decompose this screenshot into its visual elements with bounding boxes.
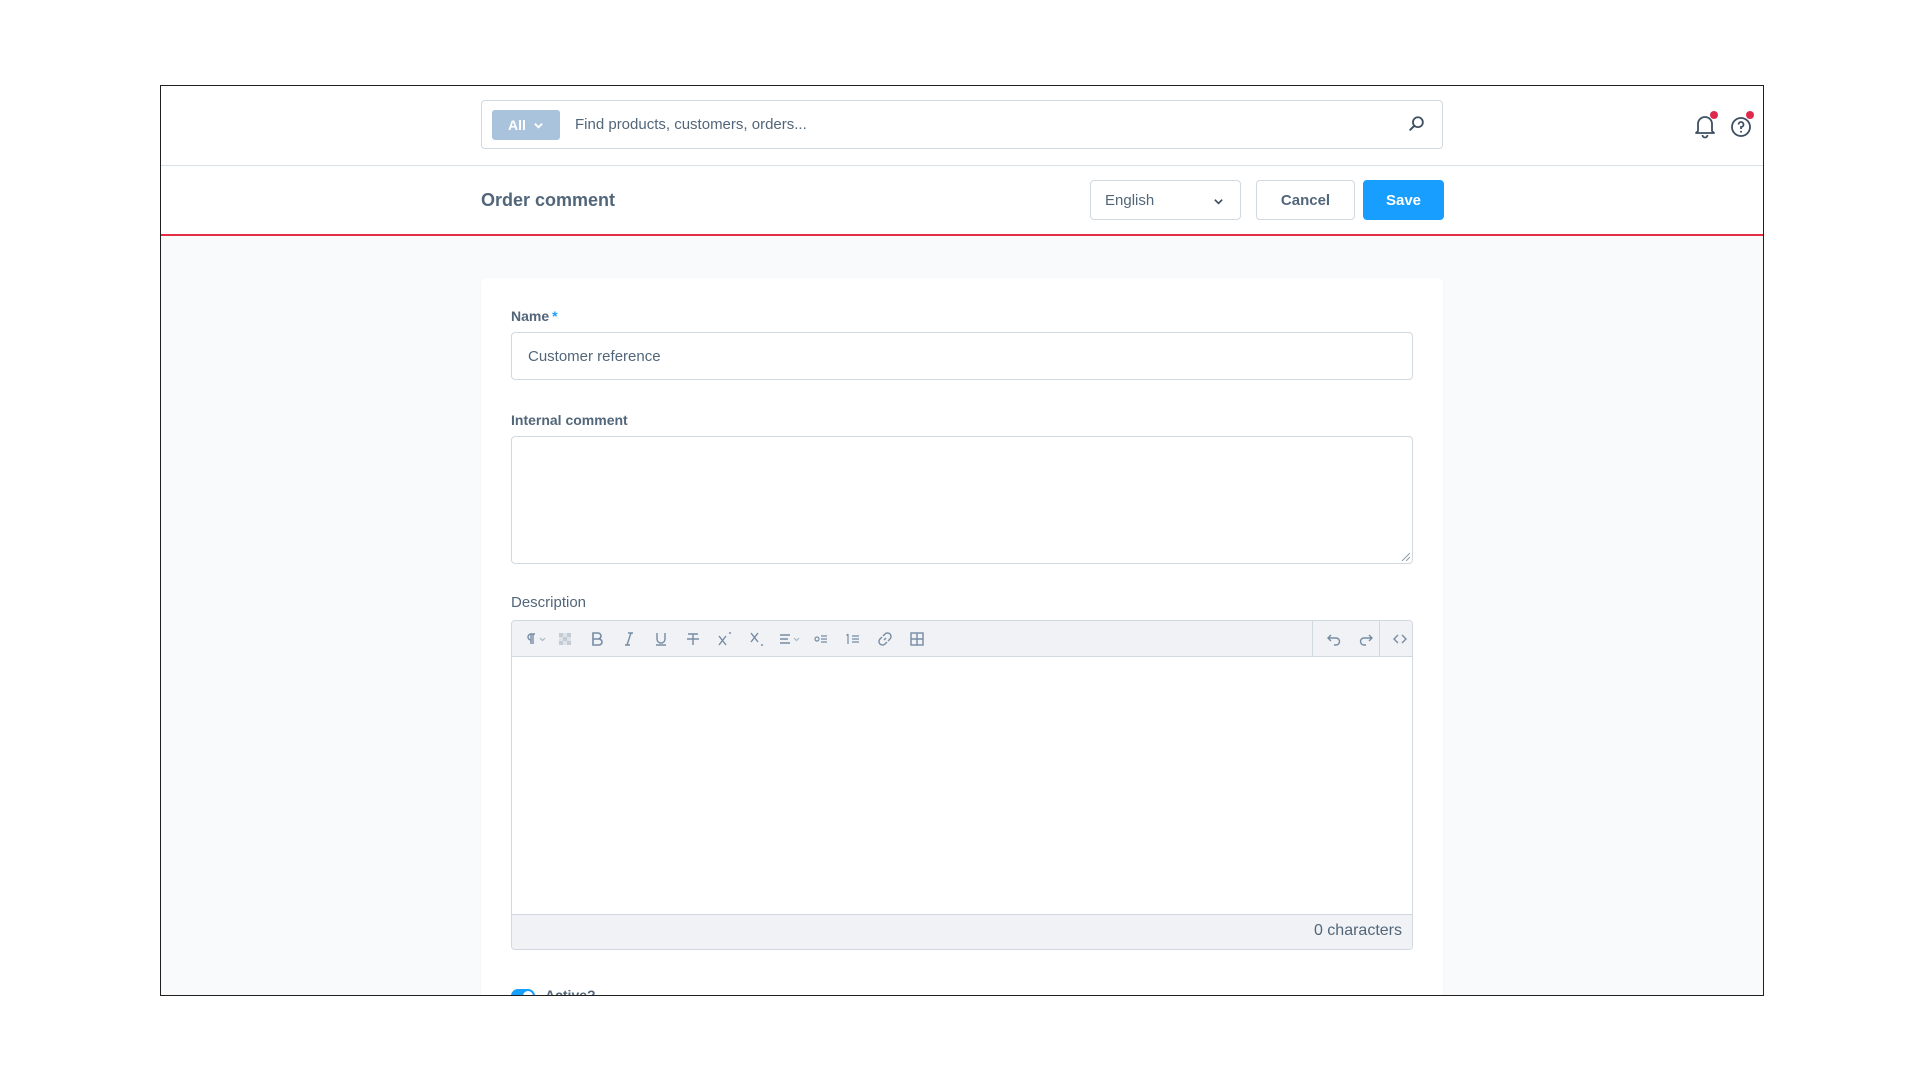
character-count: 0 characters xyxy=(1313,922,1402,939)
help-button[interactable] xyxy=(1728,111,1754,139)
strikethrough-icon[interactable] xyxy=(684,630,702,648)
description-label: Description xyxy=(511,594,587,611)
page-header: Order comment English Cancel Save xyxy=(161,166,1763,236)
toolbar-divider xyxy=(1312,621,1313,657)
language-select-value: English xyxy=(1105,192,1155,209)
search-scope-dropdown[interactable]: All xyxy=(492,110,560,140)
required-marker: * xyxy=(552,308,558,324)
description-editor: 0 characters xyxy=(511,620,1413,950)
form-card: Name * Customer reference Internal commen… xyxy=(481,278,1443,996)
global-search: All Find products, customers, orders... xyxy=(481,100,1443,149)
chevron-down-icon xyxy=(534,122,543,129)
search-scope-label: All xyxy=(508,117,526,133)
name-label: Name * xyxy=(511,308,558,324)
subscript-icon[interactable] xyxy=(748,630,766,648)
code-view-icon[interactable] xyxy=(1391,630,1409,648)
bullet-list-icon[interactable] xyxy=(812,630,830,648)
paragraph-format-icon[interactable] xyxy=(522,630,548,648)
clear-format-icon[interactable] xyxy=(556,630,574,648)
align-icon[interactable] xyxy=(778,630,804,648)
name-field-value: Customer reference xyxy=(528,348,661,365)
top-bar: All Find products, customers, orders... xyxy=(161,86,1763,166)
link-icon[interactable] xyxy=(876,630,894,648)
search-icon[interactable] xyxy=(1408,115,1426,133)
chevron-down-icon xyxy=(1214,199,1223,205)
editor-footer: 0 characters xyxy=(512,914,1412,949)
underline-icon[interactable] xyxy=(652,630,670,648)
redo-icon[interactable] xyxy=(1357,630,1375,648)
resize-handle-icon[interactable] xyxy=(1400,551,1410,561)
internal-comment-label: Internal comment xyxy=(511,412,628,428)
superscript-icon[interactable] xyxy=(716,630,734,648)
app-window: All Find products, customers, orders... xyxy=(160,85,1764,996)
name-field[interactable]: Customer reference xyxy=(511,332,1413,380)
save-button[interactable]: Save xyxy=(1363,180,1444,220)
description-content-area[interactable] xyxy=(512,657,1412,916)
notification-dot xyxy=(1710,111,1718,119)
active-toggle[interactable] xyxy=(511,989,535,995)
help-notification-dot xyxy=(1746,111,1754,119)
numbered-list-icon[interactable] xyxy=(844,630,862,648)
internal-comment-textarea[interactable] xyxy=(511,436,1413,564)
cancel-button[interactable]: Cancel xyxy=(1256,180,1355,220)
page-title: Order comment xyxy=(481,190,616,210)
italic-icon[interactable] xyxy=(620,630,638,648)
language-select[interactable]: English xyxy=(1090,180,1241,220)
search-input[interactable]: Find products, customers, orders... xyxy=(575,116,807,133)
editor-toolbar xyxy=(512,621,1412,657)
name-label-text: Name xyxy=(511,308,550,324)
active-label: Active? xyxy=(545,987,596,996)
notifications-button[interactable] xyxy=(1692,111,1718,139)
table-icon[interactable] xyxy=(908,630,926,648)
bold-icon[interactable] xyxy=(588,630,606,648)
toolbar-divider xyxy=(1379,621,1380,657)
undo-icon[interactable] xyxy=(1325,630,1343,648)
